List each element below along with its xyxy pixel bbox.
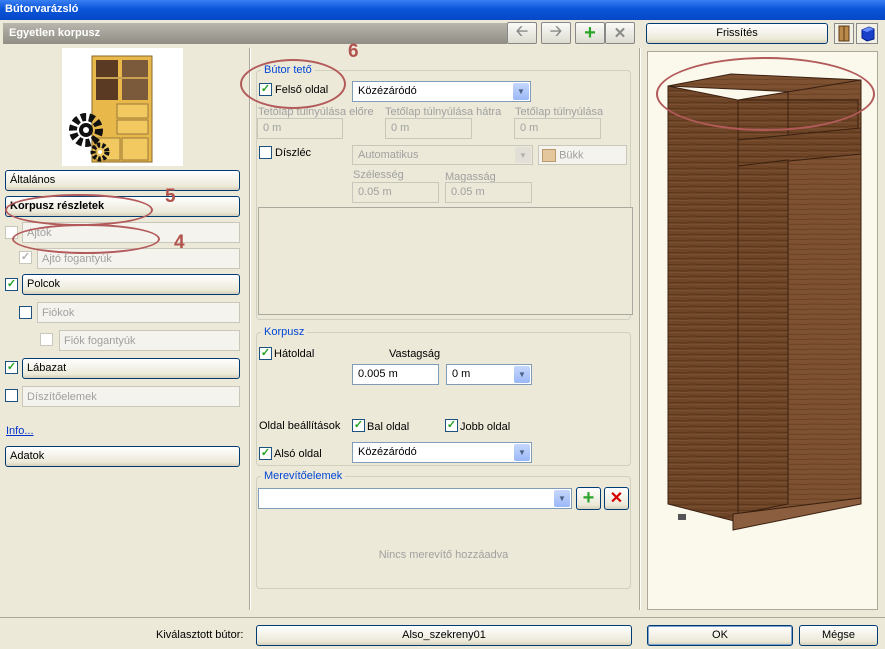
back-side-label: Hátoldal: [274, 348, 315, 360]
door-handles-checkbox[interactable]: ✓: [19, 251, 32, 264]
height-input[interactable]: 0.05 m: [445, 182, 532, 203]
3d-preview[interactable]: [647, 51, 878, 610]
arrow-left-icon: 🡠: [515, 22, 529, 40]
material-swatch-icon: [542, 149, 556, 162]
stiffener-select[interactable]: ▼: [258, 488, 572, 509]
annotation-ellipse-6: [240, 59, 346, 109]
add-button[interactable]: +: [575, 22, 605, 44]
arrow-right-icon: 🡢: [549, 22, 563, 40]
info-link[interactable]: Info...: [6, 425, 34, 437]
refresh-button[interactable]: Frissítés: [646, 23, 828, 44]
remove-stiffener-button[interactable]: ✕: [604, 487, 629, 510]
stiffeners-group-title: Merevítőelemek: [261, 470, 346, 482]
x-icon: ✕: [609, 490, 624, 507]
thickness-select[interactable]: 0 m ▼: [446, 364, 532, 385]
plus-icon: +: [584, 21, 596, 44]
side-settings-label: Oldal beállítások: [259, 420, 341, 432]
corpus-group-title: Korpusz: [261, 326, 308, 338]
right-side-label: Jobb oldal: [460, 421, 511, 433]
chevron-down-icon: ▼: [514, 444, 530, 461]
width-label: Szélesség: [353, 169, 404, 181]
annotation-number-6: 6: [348, 41, 359, 62]
base-checkbox[interactable]: ✓: [5, 361, 18, 374]
bottom-side-select[interactable]: Közézáródó ▼: [352, 442, 532, 463]
left-divider: [249, 48, 251, 610]
chevron-down-icon: ▼: [515, 147, 531, 163]
cornice-preview-box: [258, 207, 633, 315]
shelves-checkbox[interactable]: ✓: [5, 278, 18, 291]
drawer-handles-checkbox[interactable]: [40, 333, 53, 346]
gear-icon: [69, 113, 110, 162]
top-side-select[interactable]: Közézáródó ▼: [352, 81, 531, 102]
annotation-ellipse-4: [12, 224, 160, 254]
right-side-checkbox[interactable]: ✓: [445, 419, 458, 432]
overhang-input[interactable]: 0 m: [514, 118, 601, 139]
texture-view-button[interactable]: [834, 23, 854, 44]
sidebar-drawers[interactable]: Fiókok: [37, 302, 240, 323]
forward-button[interactable]: 🡢: [541, 22, 571, 44]
annotation-number-5: 5: [165, 186, 176, 207]
material-button[interactable]: Bükk: [538, 145, 627, 165]
overhang-back-label: Tetőlap túlnyúlása hátra: [385, 106, 502, 118]
cube-icon: [861, 26, 875, 42]
width-input[interactable]: 0.05 m: [352, 182, 439, 203]
chevron-down-icon: ▼: [514, 366, 530, 383]
overhang-front-label: Tetőlap túlnyúlása előre: [258, 106, 374, 118]
x-icon: ✕: [613, 25, 627, 42]
sidebar-general[interactable]: Általános: [5, 170, 240, 191]
left-side-label: Bal oldal: [367, 421, 410, 433]
right-divider: [639, 48, 641, 610]
ok-button[interactable]: OK: [647, 625, 793, 646]
sidebar-base[interactable]: Lábazat: [22, 358, 240, 379]
sidebar-data[interactable]: Adatok: [5, 446, 240, 467]
cornice-label: Díszléc: [275, 147, 312, 159]
overhang-label: Tetőlap túlnyúlása: [515, 106, 604, 118]
sidebar-drawer-handles[interactable]: Fiók fogantyúk: [59, 330, 240, 351]
window-title: Bútorvarázsló: [0, 0, 885, 20]
back-button[interactable]: 🡠: [507, 22, 537, 44]
overhang-front-input[interactable]: 0 m: [257, 118, 343, 139]
texture-icon: [838, 25, 850, 42]
section-header: Egyetlen korpusz: [3, 23, 507, 44]
stiffeners-empty-text: Nincs merevítő hozzáadva: [378, 549, 509, 561]
chevron-down-icon: ▼: [554, 490, 570, 507]
annotation-ellipse-5: [5, 194, 153, 226]
cancel-button[interactable]: Mégse: [799, 625, 878, 646]
bottom-side-checkbox[interactable]: ✓: [259, 447, 272, 460]
back-side-checkbox[interactable]: ✓: [259, 347, 272, 360]
thickness-input[interactable]: 0.005 m: [352, 364, 439, 385]
solid-view-button[interactable]: [856, 23, 878, 44]
plus-icon: +: [582, 487, 595, 509]
selected-furniture-label: Kiválasztott bútor:: [156, 629, 244, 641]
overhang-back-input[interactable]: 0 m: [385, 118, 472, 139]
thickness-label: Vastagság: [389, 348, 441, 360]
annotation-ellipse-preview: [656, 57, 875, 131]
left-side-checkbox[interactable]: ✓: [352, 419, 365, 432]
cornice-checkbox[interactable]: [259, 146, 272, 159]
sidebar-shelves[interactable]: Polcok: [22, 274, 240, 295]
sidebar-decor[interactable]: Díszítőelemek: [22, 386, 240, 407]
decor-checkbox[interactable]: [5, 389, 18, 402]
add-stiffener-button[interactable]: +: [576, 487, 601, 510]
annotation-number-4: 4: [174, 232, 185, 253]
footer-divider: [0, 617, 885, 618]
bottom-side-label: Alsó oldal: [274, 448, 322, 460]
drawers-checkbox[interactable]: [19, 306, 32, 319]
delete-button[interactable]: ✕: [605, 22, 635, 44]
selected-furniture-button[interactable]: Also_szekreny01: [256, 625, 632, 646]
chevron-down-icon: ▼: [513, 83, 529, 100]
cornice-mode-select[interactable]: Automatikus ▼: [352, 145, 533, 165]
